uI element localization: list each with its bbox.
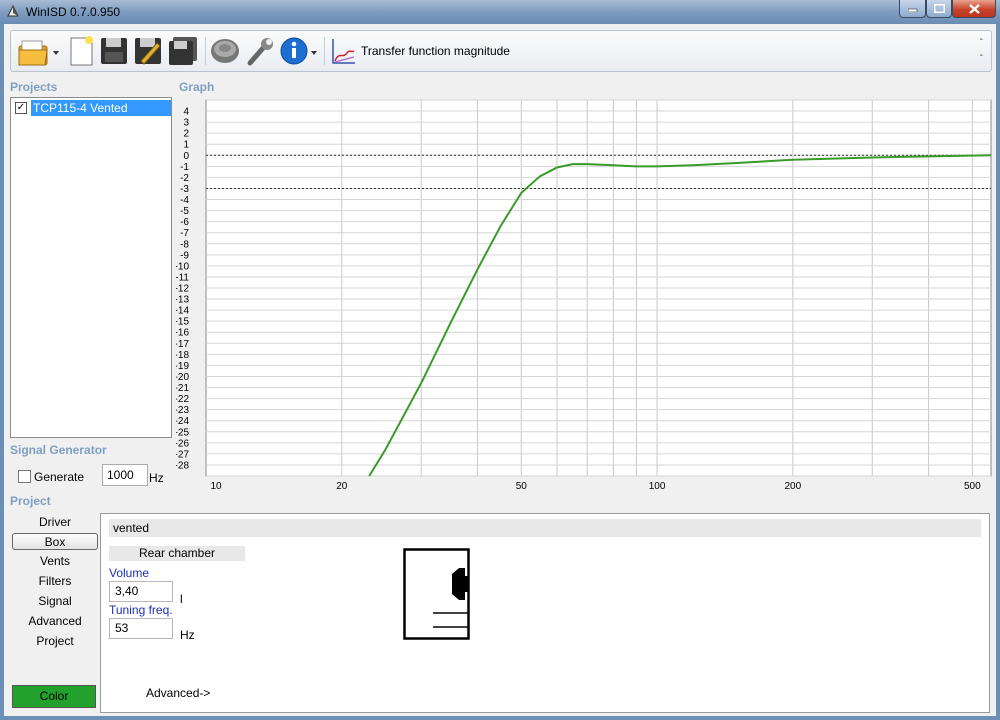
minimize-button[interactable]	[899, 0, 926, 18]
x-tick-label: 500	[964, 481, 981, 492]
save-as-button[interactable]	[133, 35, 163, 67]
y-tick-label: -27	[176, 449, 189, 460]
maximize-icon	[933, 4, 945, 13]
chart-icon[interactable]	[329, 35, 357, 67]
nav-signal[interactable]: Signal	[12, 593, 98, 610]
driver-editor-button[interactable]	[209, 35, 241, 67]
y-tick-label: -17	[176, 339, 189, 350]
y-tick-label: -10	[176, 261, 189, 272]
nav-vents[interactable]: Vents	[12, 553, 98, 570]
x-tick-label: 100	[649, 481, 666, 492]
graph-heading: Graph	[179, 80, 215, 94]
box-type[interactable]: vented	[109, 519, 981, 537]
advanced-link[interactable]: Advanced->	[146, 686, 210, 700]
y-tick-label: -23	[176, 405, 189, 416]
y-tick-label: -8	[180, 239, 189, 250]
y-tick-label: -28	[176, 460, 189, 471]
projects-list[interactable]: ✓ TCP115-4 Vented	[10, 97, 172, 438]
x-tick-label: 10	[210, 481, 222, 492]
y-tick-label: -5	[180, 206, 189, 217]
open-project-button[interactable]	[17, 35, 61, 67]
tuning-freq-label: Tuning freq.	[109, 603, 173, 617]
window-title: WinISD 0.7.0.950	[26, 5, 121, 19]
project-checkbox[interactable]: ✓	[15, 102, 27, 114]
volume-input[interactable]: 3,40	[109, 581, 173, 602]
y-tick-label: 1	[183, 140, 189, 151]
new-project-button[interactable]	[67, 35, 95, 67]
y-tick-label: -18	[176, 350, 189, 361]
x-tick-label: 20	[336, 481, 348, 492]
volume-unit: l	[180, 592, 183, 606]
transfer-function-chart[interactable]: 43210-1-2-3-4-5-6-7-8-9-10-11-12-13-14-1…	[176, 95, 994, 493]
nav-driver[interactable]: Driver	[12, 514, 98, 531]
volume-label: Volume	[109, 566, 150, 580]
y-tick-label: -14	[176, 306, 189, 317]
project-name[interactable]: TCP115-4 Vented	[31, 100, 171, 116]
nav-box[interactable]: Box	[12, 533, 98, 550]
frequency-input[interactable]: 1000	[102, 464, 148, 486]
nav-project[interactable]: Project	[12, 633, 98, 650]
y-tick-label: 0	[183, 151, 189, 162]
y-tick-label: 4	[183, 107, 189, 118]
x-tick-label: 200	[784, 481, 801, 492]
y-tick-label: -16	[176, 328, 189, 339]
info-icon[interactable]	[279, 35, 319, 67]
y-tick-label: -21	[176, 383, 189, 394]
y-tick-label: -1	[180, 162, 189, 173]
main-window: Transfer function magnitude - - Projects…	[4, 24, 996, 716]
y-tick-label: -9	[180, 250, 189, 261]
close-button[interactable]	[952, 0, 996, 18]
app-icon	[7, 4, 19, 17]
y-tick-label: 3	[183, 118, 189, 129]
box-panel: vented Rear chamber Volume 3,40 l Tuning…	[100, 513, 990, 713]
tuning-freq-unit: Hz	[180, 628, 195, 642]
list-item[interactable]: ✓ TCP115-4 Vented	[13, 100, 171, 116]
x-tick-label: 50	[516, 481, 528, 492]
project-heading: Project	[10, 494, 51, 508]
y-tick-label: -13	[176, 295, 189, 306]
box-diagram	[403, 548, 470, 640]
y-tick-label: -15	[176, 317, 189, 328]
y-tick-label: -11	[176, 272, 189, 283]
frequency-unit: Hz	[149, 471, 164, 485]
save-all-button[interactable]	[167, 35, 199, 67]
wrench-icon[interactable]	[245, 35, 275, 67]
y-tick-label: -2	[180, 173, 189, 184]
signal-generator-heading: Signal Generator	[10, 443, 107, 457]
y-tick-label: -25	[176, 427, 189, 438]
y-tick-label: -22	[176, 394, 189, 405]
y-tick-label: -3	[180, 184, 189, 195]
y-tick-label: -24	[176, 416, 189, 427]
y-tick-label: -26	[176, 438, 189, 449]
save-button[interactable]	[99, 35, 129, 67]
projects-heading: Projects	[10, 80, 58, 94]
rear-chamber-header: Rear chamber	[109, 546, 245, 561]
tuning-freq-input[interactable]: 53	[109, 618, 173, 639]
title-bar: WinISD 0.7.0.950	[0, 0, 1000, 24]
chevron-down-icon	[53, 51, 59, 55]
minimize-icon	[907, 8, 917, 12]
y-tick-label: -7	[180, 228, 189, 239]
y-tick-label: -6	[180, 217, 189, 228]
toolbar-dash[interactable]: -	[980, 50, 983, 61]
nav-filters[interactable]: Filters	[12, 573, 98, 590]
nav-advanced[interactable]: Advanced	[12, 613, 98, 630]
color-button[interactable]: Color	[12, 685, 96, 708]
generate-label[interactable]: Generate	[34, 470, 84, 484]
y-tick-label: -19	[176, 361, 189, 372]
toolbar: Transfer function magnitude - -	[10, 30, 992, 72]
y-tick-label: -4	[180, 195, 189, 206]
generate-checkbox[interactable]	[18, 470, 31, 483]
chevron-down-icon	[311, 51, 317, 55]
toolbar-dash[interactable]: -	[980, 34, 983, 45]
y-tick-label: -12	[176, 284, 189, 295]
y-tick-label: 2	[183, 129, 189, 140]
close-icon	[968, 3, 980, 14]
y-tick-label: -20	[176, 372, 189, 383]
view-title[interactable]: Transfer function magnitude	[361, 44, 510, 58]
maximize-button[interactable]	[926, 0, 952, 18]
